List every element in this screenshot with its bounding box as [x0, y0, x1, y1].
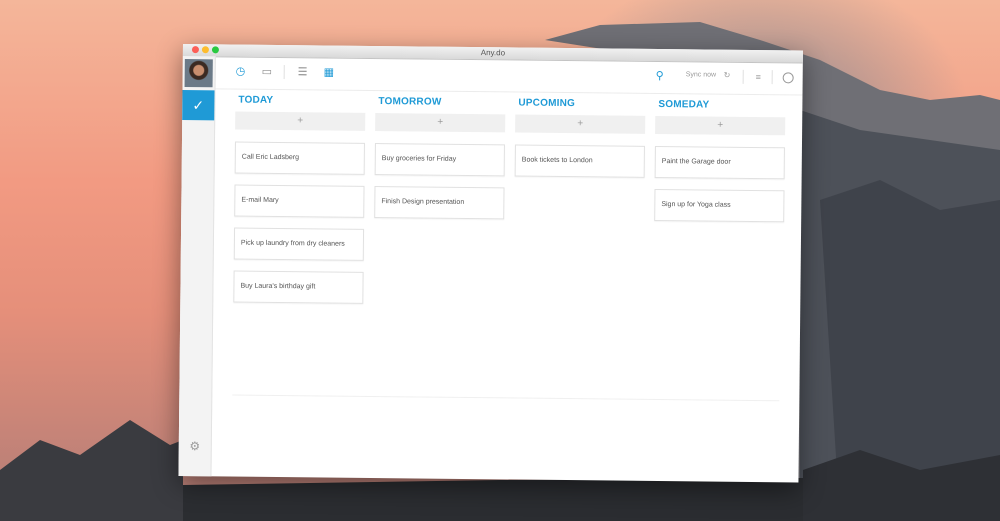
board-divider	[232, 394, 780, 402]
avatar[interactable]	[184, 59, 213, 88]
task-card[interactable]: Book tickets to London	[514, 144, 645, 178]
list-view-icon[interactable]: ☰	[298, 65, 308, 79]
toolbar-divider	[742, 69, 744, 84]
column-tomorrow: TOMORROW + Buy groceries for Friday Fini…	[374, 91, 506, 230]
task-card[interactable]: Sign up for Yoga class	[654, 188, 785, 223]
app-window: Any.do ✓ ⚙ ◷ ▭ ☰ ▦ ⚲ Sync now ↻ ≡ TODAY …	[178, 44, 803, 483]
sync-now-button[interactable]: Sync now	[686, 71, 716, 78]
toolbar-divider	[771, 70, 773, 85]
task-card[interactable]: E-mail Mary	[234, 184, 365, 218]
task-card[interactable]: Finish Design presentation	[374, 186, 505, 220]
circle-icon[interactable]	[782, 72, 794, 84]
add-task-button[interactable]: +	[655, 115, 786, 136]
column-view-icon[interactable]: ▦	[324, 65, 335, 79]
sync-icon[interactable]: ↻	[724, 71, 731, 80]
task-card[interactable]: Buy Laura's birthday gift	[233, 270, 364, 304]
column-today: TODAY + Call Eric Ladsberg E-mail Mary P…	[233, 90, 366, 315]
task-card[interactable]: Call Eric Ladsberg	[234, 141, 365, 175]
sidebar-item-tasks[interactable]: ✓	[182, 89, 215, 121]
folder-icon[interactable]: ▭	[262, 65, 273, 79]
toolbar-divider	[283, 65, 285, 80]
task-board: TODAY + Call Eric Ladsberg E-mail Mary P…	[211, 89, 802, 482]
column-title: TODAY	[238, 94, 274, 106]
task-card[interactable]: Pick up laundry from dry cleaners	[233, 227, 365, 261]
add-task-button[interactable]: +	[515, 114, 646, 134]
task-card[interactable]: Buy groceries for Friday	[374, 143, 505, 177]
checkmark-icon: ✓	[192, 97, 205, 114]
column-title: UPCOMING	[518, 97, 576, 110]
search-icon[interactable]: ⚲	[656, 69, 664, 83]
gear-icon[interactable]: ⚙	[189, 439, 201, 453]
add-task-button[interactable]: +	[375, 113, 506, 133]
add-task-button[interactable]: +	[235, 111, 366, 131]
menu-icon[interactable]: ≡	[756, 70, 761, 84]
task-card[interactable]: Paint the Garage door	[654, 145, 785, 180]
column-title: TOMORROW	[378, 96, 442, 108]
column-someday: SOMEDAY + Paint the Garage door Sign up …	[654, 94, 786, 233]
column-title: SOMEDAY	[658, 98, 710, 111]
column-upcoming: UPCOMING + Book tickets to London	[514, 92, 646, 188]
sidebar: ✓ ⚙	[178, 55, 216, 477]
clock-icon[interactable]: ◷	[236, 65, 246, 79]
